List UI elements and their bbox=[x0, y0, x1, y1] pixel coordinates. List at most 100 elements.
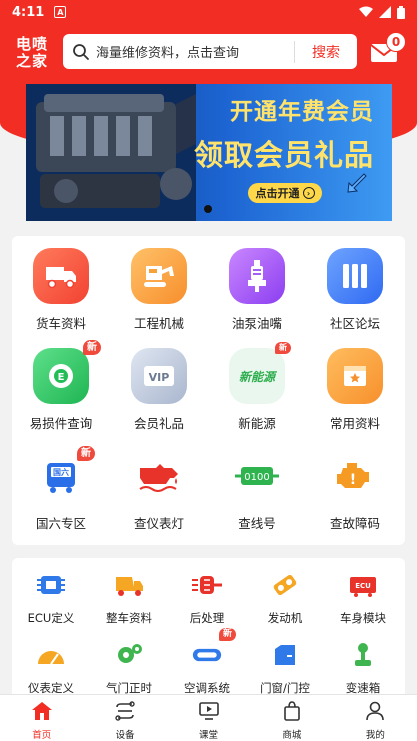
engine-icon bbox=[270, 572, 300, 598]
new-badge: 新 bbox=[275, 342, 291, 354]
tab-home[interactable]: 首页 bbox=[0, 695, 83, 741]
door-icon bbox=[270, 642, 300, 668]
shop-icon bbox=[284, 701, 300, 721]
vip-icon: VIP bbox=[131, 348, 187, 404]
sub-item-label: ECU定义 bbox=[27, 611, 75, 625]
tab-classroom[interactable]: 课堂 bbox=[167, 695, 250, 741]
grid-item-member-gifts[interactable]: VIP 会员礼品 bbox=[110, 348, 208, 432]
truck-icon bbox=[33, 248, 89, 304]
grid-item-label: 国六专区 bbox=[35, 516, 86, 531]
gear-icon bbox=[114, 642, 144, 668]
search-bar[interactable]: 海量维修资料，点击查询 搜索 bbox=[63, 34, 357, 69]
main-feature-grid: 货车资料 工程机械 油泵油嘴 社区论坛 E 新 易损件查询 VIP 会员礼品 新… bbox=[12, 236, 405, 545]
body-module-icon-text: ECU bbox=[355, 582, 371, 590]
grid-item-label: 查线号 bbox=[238, 516, 276, 531]
sub-item-vehicle[interactable]: 整车资料 bbox=[90, 572, 168, 626]
chevron-right-icon: › bbox=[302, 187, 315, 199]
grid-item-common-docs[interactable]: 常用资料 bbox=[306, 348, 404, 432]
battery-icon bbox=[397, 5, 405, 19]
grid-item-guo6[interactable]: 国六 新 国六专区 bbox=[12, 446, 110, 532]
tab-label: 商城 bbox=[282, 730, 302, 741]
grid-item-label: 油泵油嘴 bbox=[231, 316, 282, 331]
notification-app-icon: A bbox=[54, 6, 67, 18]
grid-item-label: 社区论坛 bbox=[329, 316, 380, 331]
grid-item-parts-search[interactable]: E 新 易损件查询 bbox=[12, 340, 110, 432]
category-grid: ECU定义 整车资料 后处理 发动机 ECU 车身模块 仪表定义 气门正时 新 … bbox=[12, 558, 405, 698]
pointer-hand-icon bbox=[347, 173, 367, 193]
logo-line2: 之家 bbox=[15, 52, 48, 70]
new-badge: 新 bbox=[218, 628, 236, 641]
sub-item-label: 后处理 bbox=[189, 611, 225, 625]
search-icon bbox=[73, 43, 89, 60]
bus-icon-text: 国六 bbox=[53, 467, 69, 477]
bus-icon: 国六 新 bbox=[33, 446, 95, 504]
tab-shop[interactable]: 商城 bbox=[250, 695, 333, 741]
ac-icon: 新 bbox=[192, 628, 236, 668]
forum-icon bbox=[327, 248, 383, 304]
sub-item-ac[interactable]: 新 空调系统 bbox=[168, 628, 246, 696]
sub-item-label: 整车资料 bbox=[106, 611, 152, 625]
search-input[interactable]: 海量维修资料，点击查询 bbox=[96, 42, 294, 61]
excavator-icon bbox=[131, 248, 187, 304]
sub-item-ecu[interactable]: ECU定义 bbox=[12, 572, 90, 626]
svg-text:VIP: VIP bbox=[149, 371, 170, 384]
grid-item-dashboard-lamps[interactable]: 查仪表灯 bbox=[110, 448, 208, 532]
banner-cta-button[interactable]: 点击开通 › bbox=[248, 183, 322, 203]
sub-item-label: 车身模块 bbox=[340, 611, 386, 625]
grid-item-label: 查仪表灯 bbox=[133, 516, 184, 531]
banner-title-line1: 开通年费会员 bbox=[230, 99, 374, 125]
banner-cta-label: 点击开通 bbox=[255, 187, 300, 200]
grid-item-label: 新能源 bbox=[238, 416, 276, 431]
new-energy-icon: 新能源 新 bbox=[229, 342, 291, 404]
classroom-icon bbox=[198, 702, 219, 720]
wire-number-icon-text: 0100 bbox=[244, 472, 269, 483]
status-bar: 4:11 A bbox=[0, 0, 417, 24]
grid-item-fuel-pump[interactable]: 油泵油嘴 bbox=[208, 248, 306, 332]
grid-item-label: 查故障码 bbox=[329, 516, 380, 531]
tab-profile[interactable]: 我的 bbox=[334, 695, 417, 741]
sub-item-label: 发动机 bbox=[267, 611, 303, 625]
sub-item-gauge[interactable]: 仪表定义 bbox=[12, 642, 90, 696]
tab-label: 课堂 bbox=[199, 730, 219, 741]
grid-item-fault-codes[interactable]: ! 查故障码 bbox=[306, 448, 404, 532]
profile-icon bbox=[366, 701, 385, 721]
tab-label: 我的 bbox=[365, 730, 385, 741]
search-button[interactable]: 搜索 bbox=[295, 42, 357, 62]
wire-number-icon: 0100 bbox=[229, 448, 285, 504]
parts-search-icon: E 新 bbox=[33, 340, 101, 404]
carousel-indicator-dot[interactable] bbox=[204, 205, 212, 213]
home-icon bbox=[31, 702, 52, 720]
engine-fault-icon: ! bbox=[327, 448, 383, 504]
sub-item-door[interactable]: 门窗/门控 bbox=[246, 642, 324, 696]
grid-item-forum[interactable]: 社区论坛 bbox=[306, 248, 404, 332]
body-module-icon: ECU bbox=[348, 572, 378, 598]
grid-item-machinery[interactable]: 工程机械 bbox=[110, 248, 208, 332]
sub-item-body-module[interactable]: ECU 车身模块 bbox=[324, 572, 402, 626]
tab-label: 首页 bbox=[32, 730, 52, 741]
grid-item-label: 易损件查询 bbox=[29, 416, 93, 431]
tab-label: 设备 bbox=[115, 730, 135, 741]
oil-lamp-icon bbox=[131, 448, 187, 504]
ecu-icon bbox=[36, 572, 66, 598]
new-energy-icon-text: 新能源 bbox=[238, 369, 275, 384]
message-button[interactable]: 0 bbox=[370, 32, 406, 66]
sub-item-gearbox[interactable]: 变速箱 bbox=[324, 642, 402, 696]
gear-shift-icon bbox=[348, 642, 378, 668]
dump-truck-icon bbox=[114, 572, 144, 598]
sub-item-aftertreatment[interactable]: 后处理 bbox=[168, 572, 246, 626]
engine-image bbox=[26, 84, 196, 221]
device-icon bbox=[115, 701, 135, 721]
sub-item-valve-timing[interactable]: 气门正时 bbox=[90, 642, 168, 696]
promo-banner[interactable]: 开通年费会员 领取会员礼品 点击开通 › bbox=[26, 84, 392, 221]
new-badge: 新 bbox=[77, 446, 95, 461]
grid-item-wire-number[interactable]: 0100 查线号 bbox=[208, 448, 306, 532]
app-logo: 电喷 之家 bbox=[12, 36, 52, 70]
grid-item-new-energy[interactable]: 新能源 新 新能源 bbox=[208, 342, 306, 432]
sub-item-engine[interactable]: 发动机 bbox=[246, 572, 324, 626]
banner-title-line2: 领取会员礼品 bbox=[193, 138, 374, 172]
status-time: 4:11 bbox=[12, 4, 45, 20]
grid-item-label: 会员礼品 bbox=[133, 416, 184, 431]
bottom-tab-bar: 首页 设备 课堂 商城 我的 bbox=[0, 694, 417, 741]
grid-item-truck[interactable]: 货车资料 bbox=[12, 248, 110, 332]
tab-device[interactable]: 设备 bbox=[83, 695, 166, 741]
